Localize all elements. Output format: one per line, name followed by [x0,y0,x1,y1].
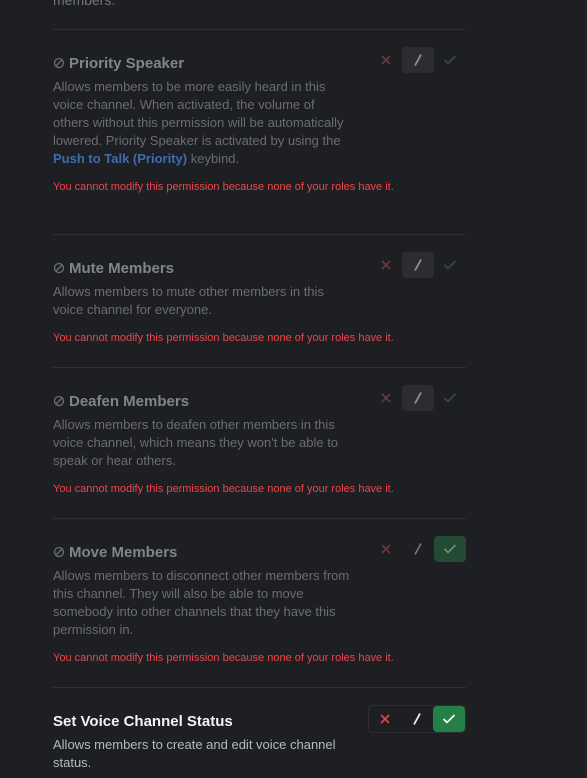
permission-warning: You cannot modify this permission becaus… [53,332,394,344]
divider [53,29,466,30]
neutral-button[interactable] [402,252,434,278]
deny-button[interactable] [369,706,401,732]
neutral-button[interactable] [402,47,434,73]
permission-toggle [370,385,466,411]
x-icon [381,260,391,270]
permission-warning: You cannot modify this permission becaus… [53,483,394,495]
permission-mute-members: Mute Members Allows members to mute othe… [53,252,466,345]
slash-icon [413,713,421,725]
check-icon [443,260,457,270]
divider [53,234,466,235]
deny-button[interactable] [370,536,402,562]
permission-title: Mute Members [69,260,175,277]
divider [53,518,466,519]
lock-icon [53,57,65,68]
permission-set-voice-channel-status: Set Voice Channel Status Allows members … [53,705,466,772]
permission-title: Deafen Members [69,393,190,410]
previous-permission-fragment: members. [53,0,116,8]
slash-icon [414,54,422,66]
permission-description: Allows members to mute other members in … [53,284,324,317]
permission-toggle [370,47,466,73]
slash-icon [414,259,422,271]
allow-button[interactable] [434,47,466,73]
allow-button[interactable] [433,706,465,732]
permission-description: Allows members to be more easily heard i… [53,79,344,166]
push-to-talk-priority-link[interactable]: Push to Talk (Priority) [53,151,187,166]
permission-description: Allows members to deafen other members i… [53,417,339,468]
deny-button[interactable] [370,252,402,278]
permission-toggle [370,252,466,278]
x-icon [381,544,391,554]
deny-button[interactable] [370,47,402,73]
permission-description: Allows members to disconnect other membe… [53,568,350,637]
check-icon [443,393,457,403]
permissions-panel: members. Priority Speaker Allows members… [0,0,587,778]
permission-title: Move Members [69,544,178,561]
permission-deafen-members: Deafen Members Allows members to deafen … [53,385,466,496]
slash-icon [414,392,422,404]
permission-warning: You cannot modify this permission becaus… [53,652,394,664]
allow-button[interactable] [434,536,466,562]
neutral-button[interactable] [401,706,433,732]
permission-warning: You cannot modify this permission becaus… [53,181,394,193]
x-icon [381,393,391,403]
permission-priority-speaker: Priority Speaker Allows members to be mo… [53,47,466,194]
check-icon [443,544,457,554]
permission-title: Priority Speaker [69,55,185,72]
lock-icon [53,546,65,557]
allow-button[interactable] [434,252,466,278]
lock-icon [53,262,65,273]
neutral-button[interactable] [402,536,434,562]
permission-move-members: Move Members Allows members to disconnec… [53,536,466,665]
permission-toggle [370,536,466,562]
permission-description: Allows members to create and edit voice … [53,737,336,770]
check-icon [443,55,457,65]
allow-button[interactable] [434,385,466,411]
check-icon [442,714,456,724]
divider [53,367,466,368]
neutral-button[interactable] [402,385,434,411]
deny-button[interactable] [370,385,402,411]
slash-icon [414,543,422,555]
lock-icon [53,395,65,406]
divider [53,687,466,688]
permission-toggle [368,705,466,733]
permission-title: Set Voice Channel Status [53,713,233,730]
x-icon [381,55,391,65]
x-icon [380,714,390,724]
